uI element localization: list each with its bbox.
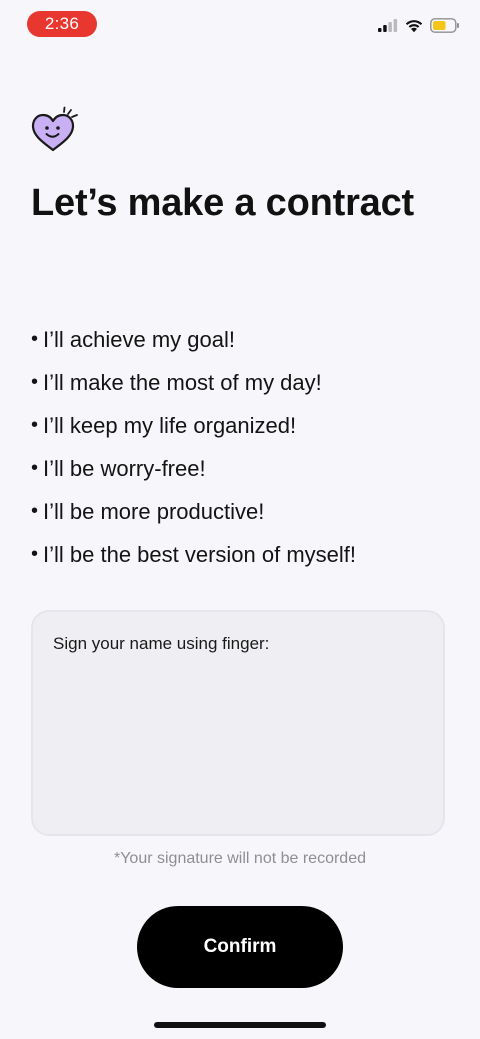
- signal-icon: [378, 19, 398, 32]
- confirm-button[interactable]: Confirm: [137, 906, 343, 988]
- promise-text: I’ll keep my life organized!: [43, 413, 297, 438]
- promise-text: I’ll make the most of my day!: [43, 370, 322, 395]
- promise-text: I’ll be the best version of myself!: [43, 542, 357, 567]
- signature-pad[interactable]: Sign your name using finger:: [31, 610, 445, 836]
- bullet: •: [31, 543, 39, 565]
- bullet: •: [31, 371, 39, 393]
- signature-note: *Your signature will not be recorded: [113, 850, 366, 867]
- list-item: • I’ll make the most of my day!: [31, 361, 356, 404]
- bullet: •: [31, 457, 39, 479]
- promise-text: I’ll achieve my goal!: [43, 327, 235, 352]
- contract-screen: 2:36 Let’s make a contract • I’ll achiev…: [0, 0, 480, 1039]
- home-indicator[interactable]: [154, 1022, 326, 1028]
- bullet: •: [31, 414, 39, 436]
- list-item: • I’ll be the best version of myself!: [31, 533, 356, 576]
- list-item: • I’ll keep my life organized!: [31, 404, 356, 447]
- heart-face-icon: [31, 106, 78, 152]
- promise-text: I’ll be more productive!: [43, 499, 265, 524]
- signature-prompt: Sign your name using finger:: [53, 634, 270, 653]
- battery-icon: [430, 18, 459, 33]
- list-item: • I’ll achieve my goal!: [31, 318, 356, 361]
- wifi-icon: [405, 20, 423, 33]
- page-title: Let’s make a contract: [31, 182, 414, 224]
- status-icons: [378, 18, 460, 33]
- status-bar: 2:36: [0, 0, 480, 48]
- bullet: •: [31, 500, 39, 522]
- list-item: • I’ll be worry-free!: [31, 447, 356, 490]
- promise-list: • I’ll achieve my goal! • I’ll make the …: [31, 318, 356, 576]
- promise-text: I’ll be worry-free!: [43, 456, 206, 481]
- list-item: • I’ll be more productive!: [31, 490, 356, 533]
- status-time: 2:36: [27, 11, 97, 37]
- bullet: •: [31, 328, 39, 350]
